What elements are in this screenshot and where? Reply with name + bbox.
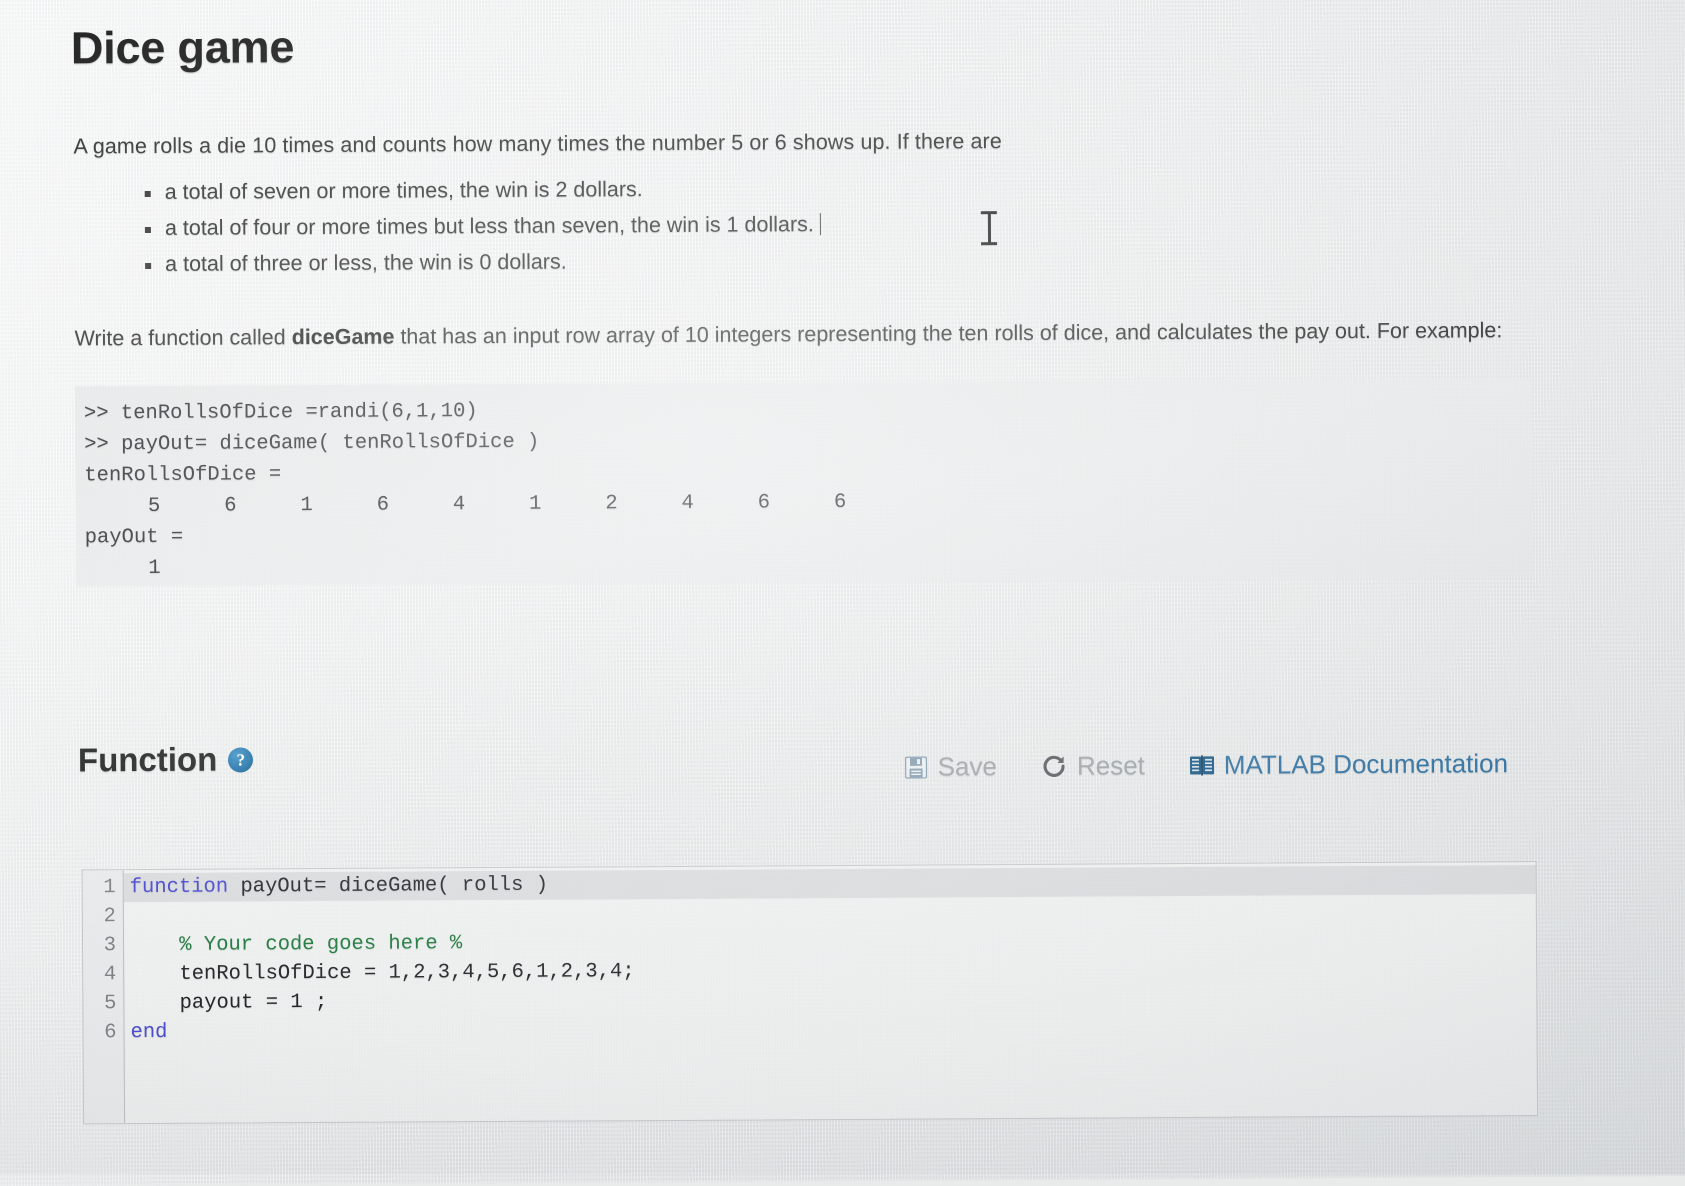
function-name-emphasis: diceGame [291,324,395,350]
save-button[interactable]: Save [903,751,997,783]
intro-paragraph: A game rolls a die 10 times and counts h… [73,129,1002,159]
reset-button[interactable]: Reset [1041,750,1145,782]
matlab-documentation-link[interactable]: MATLAB Documentation [1189,748,1508,781]
line-number: 1 [103,876,116,900]
page-title: Dice game [70,21,295,74]
code-keyword-end: end [130,1020,168,1045]
rule-text-2: a total of four or more times but less t… [164,212,814,240]
text-caret [819,213,821,236]
line-number: 6 [104,1021,117,1045]
list-item: a total of four or more times but less t… [143,212,821,241]
code-editor[interactable]: 1 2 3 4 5 6 function payOut= diceGame( r… [81,861,1539,1125]
task-description: Write a function called diceGame that ha… [74,314,1524,355]
code-text-area[interactable]: function payOut= diceGame( rolls ) % You… [123,862,1537,1123]
editor-toolbar: Save Reset MATLAB Documentation [903,748,1509,782]
list-item: a total of three or less, the win is 0 d… [143,248,821,277]
save-label: Save [937,751,997,782]
reset-label: Reset [1076,750,1145,781]
line-number: 4 [103,963,117,987]
text-cursor-icon [980,210,998,246]
line-number: 2 [103,905,116,929]
console-example-block: >> tenRollsOfDice =randi(6,1,10) >> payO… [74,378,1533,587]
book-icon [1189,753,1215,777]
task-text-before: Write a function called [74,325,292,351]
function-section-header: Function ? [78,740,254,779]
line-number: 5 [104,992,117,1016]
floppy-disk-icon [903,754,929,780]
line-number-gutter: 1 2 3 4 5 6 [82,870,126,1124]
rule-text-1: a total of seven or more times, the win … [164,177,643,204]
help-icon[interactable]: ? [228,746,254,773]
rules-list: a total of seven or more times, the win … [143,176,822,288]
code-keyword-function: function [129,875,229,900]
rule-text-3: a total of three or less, the win is 0 d… [165,249,567,276]
code-line-1-rest: payOut= diceGame( rolls ) [228,873,549,899]
task-text-after: that has an input row array of 10 intege… [394,318,1503,349]
line-number: 3 [103,934,117,958]
list-item: a total of seven or more times, the win … [143,176,821,205]
refresh-icon [1041,753,1068,780]
matlab-documentation-label: MATLAB Documentation [1223,748,1509,780]
function-heading: Function [77,740,218,779]
